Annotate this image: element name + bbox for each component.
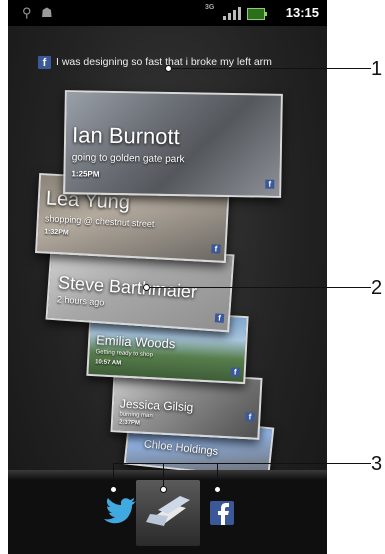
- callout-dot-1: [165, 65, 172, 72]
- callout-line-1: [168, 68, 371, 69]
- callout-dot-3a: [110, 486, 117, 493]
- battery-icon: [247, 8, 267, 20]
- tile-status: going to golden gate park: [71, 152, 185, 166]
- tile-status: Getting ready to shop: [95, 349, 154, 359]
- tile-name: Ian Burnott: [71, 122, 180, 150]
- tile-time: 1:25PM: [71, 169, 100, 179]
- callout-label-1: 1: [371, 58, 383, 80]
- tile-status: burning man: [119, 411, 153, 420]
- callout-stem-3b: [163, 463, 164, 487]
- tile-name: Chloe Holdings: [143, 438, 219, 458]
- status-bar: ⚲ ☗ 3G 13:15: [8, 0, 327, 26]
- dock-shelf: [8, 470, 327, 480]
- callout-label-3: 3: [371, 453, 383, 475]
- callout-line-2: [146, 287, 371, 288]
- timescape-tile[interactable]: Ian Burnott going to golden gate park 1:…: [63, 90, 283, 198]
- facebook-icon: f: [230, 367, 240, 377]
- facebook-icon: f: [245, 412, 255, 422]
- status-update-text: I was designing so fast that i broke my …: [56, 56, 272, 68]
- facebook-icon: f: [265, 179, 275, 189]
- facebook-icon: f: [211, 244, 221, 254]
- tile-name: Emilia Woods: [95, 332, 176, 352]
- callout-label-2: 2: [371, 277, 383, 299]
- usb-icon: ⚲: [22, 5, 32, 20]
- tile-time: 1:32PM: [43, 228, 69, 237]
- clock: 13:15: [285, 5, 319, 20]
- facebook-icon: [210, 501, 234, 525]
- android-debug-icon: ☗: [41, 5, 53, 20]
- callout-line-3: [113, 463, 371, 464]
- phone-screen: ⚲ ☗ 3G 13:15 f I was designing so fast th…: [8, 0, 327, 554]
- tile-time: 2:37PM: [118, 419, 141, 427]
- signal-icon: [223, 7, 241, 20]
- callout-dot-3c: [214, 486, 221, 493]
- network-type: 3G: [205, 4, 215, 11]
- facebook-icon: f: [38, 55, 51, 69]
- timescape-all-button[interactable]: [136, 480, 200, 546]
- tile-time: 10:57 AM: [94, 359, 122, 367]
- facebook-filter-button[interactable]: [196, 485, 250, 543]
- callout-stem-3c: [217, 463, 218, 487]
- facebook-icon: f: [214, 313, 225, 323]
- tile-status: shopping @ chestnut street: [44, 213, 155, 230]
- callout-dot-3b: [160, 486, 167, 493]
- callout-stem-3a: [113, 463, 114, 487]
- timescape-icon: [146, 496, 190, 526]
- tile-status: 2 hours ago: [56, 294, 105, 308]
- callout-dot-2: [143, 284, 150, 291]
